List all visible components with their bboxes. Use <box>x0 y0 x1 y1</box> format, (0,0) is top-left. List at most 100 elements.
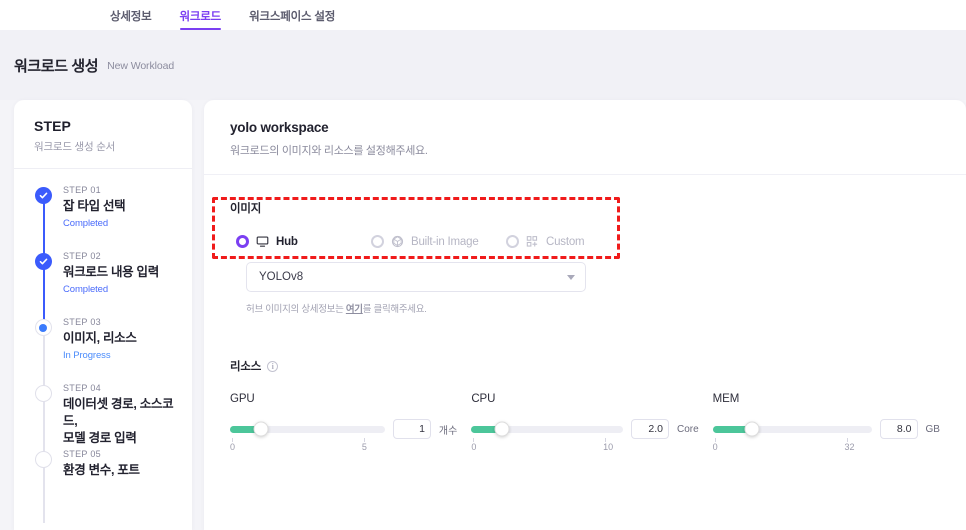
radio-label-hub: Hub <box>276 235 298 248</box>
step-status: In Progress <box>63 349 111 361</box>
slider-block-mem: MEM 8.0 GB 0 32 <box>712 393 940 460</box>
radio-indicator-built-in-image[interactable] <box>371 235 384 248</box>
slider-value-cpu[interactable]: 2.0 <box>630 419 669 439</box>
step-status: Completed <box>63 217 109 229</box>
step-connector <box>42 459 45 523</box>
step-sidebar-header: STEP 워크로드 생성 순서 <box>14 100 192 169</box>
check-icon <box>34 253 52 270</box>
step-text: STEP 03 이미지, 리소스 In Progress <box>52 317 137 361</box>
slider-ticks-mem: 0 32 <box>712 438 940 460</box>
slider-value-mem[interactable]: 8.0 <box>879 419 918 439</box>
page-subtitle: New Workload <box>107 60 175 72</box>
hub-image-select-value: YOLOv8 <box>259 271 304 283</box>
helper-link-here[interactable]: 여기 <box>346 304 363 315</box>
slider-track-gpu[interactable] <box>230 421 385 437</box>
step-list: STEP 01 잡 타입 선택 Completed STEP 02 워크로드 내… <box>14 169 192 523</box>
main-panel: yolo workspace 워크로드의 이미지와 리소스를 설정해주세요. 이… <box>204 100 966 530</box>
step-connector <box>42 261 45 325</box>
step-number: STEP 04 <box>63 383 101 393</box>
step-text: STEP 01 잡 타입 선택 Completed <box>52 185 126 229</box>
step-number: STEP 05 <box>63 449 101 459</box>
image-type-radio-group: Hub Built-in Image Custom <box>230 235 940 248</box>
slider-track-cpu[interactable] <box>471 421 623 437</box>
resource-section: 리소스 i GPU 1 개수 0 5 CPU 2.0 Core 0 10 MEM… <box>230 357 940 460</box>
slider-thumb-mem[interactable] <box>744 421 760 437</box>
check-icon <box>34 187 52 204</box>
tab-workload[interactable]: 워크로드 <box>179 8 221 30</box>
hub-image-helper-text: 허브 이미지의 상세정보는 여기를 클릭해주세요. <box>246 301 940 315</box>
radio-indicator-hub[interactable] <box>236 235 249 248</box>
step-marker <box>34 185 52 204</box>
slider-block-cpu: CPU 2.0 Core 0 10 <box>471 393 712 460</box>
radio-indicator-custom[interactable] <box>506 235 519 248</box>
step-number: STEP 01 <box>63 185 101 195</box>
slider-max-gpu: 5 <box>361 438 367 452</box>
step-marker <box>34 251 52 270</box>
cube-icon <box>391 235 404 248</box>
slider-max-mem: 32 <box>844 438 855 452</box>
pending-step-icon <box>34 451 52 468</box>
slider-thumb-gpu[interactable] <box>253 421 269 437</box>
slider-block-gpu: GPU 1 개수 0 5 <box>230 393 471 460</box>
step-sidebar-title: STEP <box>34 118 71 134</box>
radio-option-custom[interactable]: Custom <box>506 235 626 248</box>
slider-ticks-cpu: 0 10 <box>471 438 698 460</box>
step-name: 잡 타입 선택 <box>63 199 126 213</box>
page-header: 워크로드 생성 New Workload <box>0 30 966 100</box>
step-marker <box>34 317 52 336</box>
step-connector <box>42 327 45 391</box>
radio-option-built-in-image[interactable]: Built-in Image <box>371 235 506 248</box>
resource-label-text: 리소스 <box>230 361 262 373</box>
slider-min-cpu: 0 <box>471 438 477 452</box>
step-item-04[interactable]: STEP 04 데이터셋 경로, 소스코드, 모델 경로 입력 <box>14 383 192 457</box>
step-sidebar: STEP 워크로드 생성 순서 STEP 01 잡 타입 선택 Complete… <box>14 100 192 530</box>
step-name: 워크로드 내용 입력 <box>63 265 159 279</box>
pending-step-icon <box>34 385 52 402</box>
workspace-description: 워크로드의 이미지와 리소스를 설정해주세요. <box>230 145 428 157</box>
slider-row-cpu: 2.0 Core <box>471 419 699 439</box>
main-panel-header: yolo workspace 워크로드의 이미지와 리소스를 설정해주세요. <box>204 100 966 175</box>
slider-min-gpu: 0 <box>230 438 236 452</box>
slider-max-cpu: 10 <box>603 438 614 452</box>
workspace-name: yolo workspace <box>230 120 329 135</box>
slider-ticks-gpu: 0 5 <box>230 438 457 460</box>
step-item-03[interactable]: STEP 03 이미지, 리소스 In Progress <box>14 317 192 391</box>
step-connector <box>42 393 45 457</box>
top-tab-bar: 상세정보 워크로드 워크스페이스 설정 <box>0 0 966 30</box>
step-item-02[interactable]: STEP 02 워크로드 내용 입력 Completed <box>14 251 192 325</box>
hub-image-select[interactable]: YOLOv8 <box>246 262 586 292</box>
slider-track-mem[interactable] <box>712 421 872 437</box>
step-sidebar-subtitle: 워크로드 생성 순서 <box>34 141 116 153</box>
radio-label-custom: Custom <box>546 235 585 248</box>
page-title: 워크로드 생성 <box>14 57 99 75</box>
step-name: 데이터셋 경로, 소스코드, 모델 경로 입력 <box>63 397 174 445</box>
slider-row-gpu: 1 개수 <box>230 419 457 439</box>
radio-label-built-in-image: Built-in Image <box>411 235 479 248</box>
helper-prefix: 허브 이미지의 상세정보는 <box>246 304 346 315</box>
annotation-highlight-box <box>212 197 620 259</box>
step-number: STEP 02 <box>63 251 101 261</box>
step-text: STEP 05 환경 변수, 포트 <box>52 449 140 479</box>
monitor-icon <box>256 235 269 248</box>
image-section-label: 이미지 <box>230 203 262 215</box>
tab-details[interactable]: 상세정보 <box>110 8 152 30</box>
blocks-icon <box>526 235 539 248</box>
tab-workspace-settings[interactable]: 워크스페이스 설정 <box>249 8 335 30</box>
content-shell: STEP 워크로드 생성 순서 STEP 01 잡 타입 선택 Complete… <box>0 100 966 530</box>
step-text: STEP 04 데이터셋 경로, 소스코드, 모델 경로 입력 <box>52 383 180 447</box>
helper-suffix: 를 클릭해주세요. <box>362 304 427 315</box>
info-icon[interactable]: i <box>267 360 279 372</box>
slider-unit-cpu: Core <box>676 423 699 435</box>
slider-value-gpu[interactable]: 1 <box>392 419 431 439</box>
resource-section-label: 리소스 i <box>230 358 279 374</box>
slider-min-mem: 0 <box>712 438 718 452</box>
step-item-05[interactable]: STEP 05 환경 변수, 포트 <box>14 449 192 523</box>
step-marker <box>34 383 52 402</box>
step-status: Completed <box>63 283 109 295</box>
slider-unit-mem: GB <box>925 423 940 435</box>
slider-thumb-cpu[interactable] <box>494 421 510 437</box>
slider-title-gpu: GPU <box>230 393 255 405</box>
step-item-01[interactable]: STEP 01 잡 타입 선택 Completed <box>14 185 192 259</box>
radio-option-hub[interactable]: Hub <box>236 235 371 248</box>
step-marker <box>34 449 52 468</box>
